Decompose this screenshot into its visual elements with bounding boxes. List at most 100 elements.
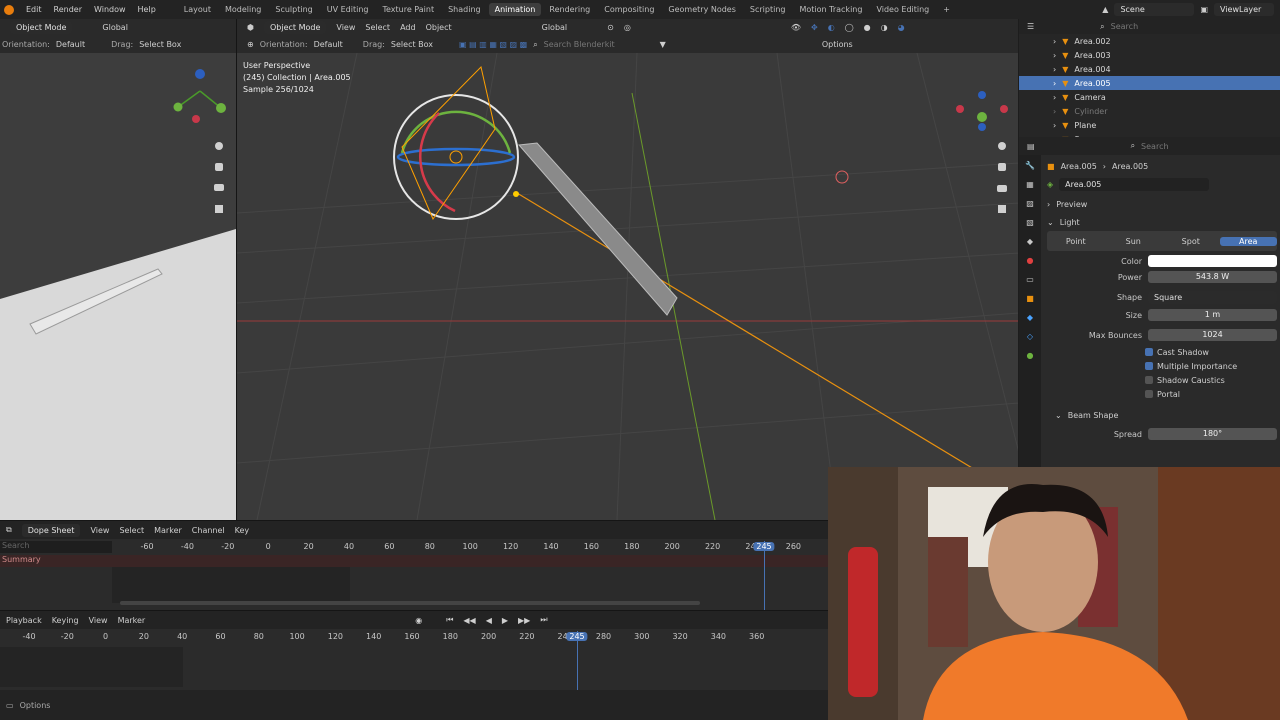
beam-shape-chevron-icon[interactable]: ⌄: [1055, 411, 1062, 420]
view-layer-tab-icon[interactable]: ▧: [1026, 218, 1034, 227]
expand-chevron-icon[interactable]: ›: [1053, 51, 1056, 60]
prev-key-icon[interactable]: ◀◀: [463, 616, 475, 625]
tab-layout[interactable]: Layout: [178, 3, 217, 16]
expand-chevron-icon[interactable]: ›: [1053, 107, 1056, 116]
tab-texture-paint[interactable]: Texture Paint: [376, 3, 440, 16]
dope-horizontal-scrollbar[interactable]: [120, 601, 700, 605]
dope-editor-icon[interactable]: ⧉: [6, 525, 12, 535]
gizmo-toggle-icon[interactable]: ✥: [811, 23, 818, 32]
light-chevron-icon[interactable]: ⌄: [1047, 218, 1054, 227]
status-options[interactable]: Options: [20, 701, 51, 710]
light-data-name-field[interactable]: Area.005: [1059, 177, 1210, 191]
dope-menu-channel[interactable]: Channel: [192, 526, 225, 535]
power-field[interactable]: 543.8 W: [1148, 271, 1277, 283]
menu-help[interactable]: Help: [138, 5, 156, 14]
timeline-frame-ruler[interactable]: -40 -20 0 20 40 60 80 100 120 140 160 180 200 220 240 2…: [0, 632, 828, 644]
light-type-spot[interactable]: Spot: [1162, 237, 1220, 246]
outliner-row[interactable]: › ▼ Area.005: [1019, 76, 1280, 90]
main-menu-object[interactable]: Object: [426, 23, 452, 32]
outliner-row[interactable]: › ▼ Area.003: [1019, 48, 1280, 62]
dope-menu-marker[interactable]: Marker: [154, 526, 182, 535]
light-type-area[interactable]: Area: [1219, 236, 1277, 246]
main-menu-view[interactable]: View: [336, 23, 355, 32]
tool-tab-icon[interactable]: 🔧: [1025, 161, 1035, 170]
shape-dropdown[interactable]: Square: [1148, 290, 1277, 304]
main-3d-viewport[interactable]: ⬢ Object Mode View Select Add Object Glo…: [236, 19, 1018, 520]
outliner-row[interactable]: › ▼ Camera: [1019, 90, 1280, 104]
expand-chevron-icon[interactable]: ›: [1053, 37, 1056, 46]
light-type-point[interactable]: Point: [1047, 237, 1105, 246]
timeline-menu-playback[interactable]: Playback: [6, 616, 42, 625]
tab-shading[interactable]: Shading: [442, 3, 487, 16]
dope-frame-ruler[interactable]: -60 -40 -20 0 20 40 60 80 100 120 140 160 180 200 220 2…: [0, 542, 828, 554]
output-tab-icon[interactable]: ▨: [1026, 199, 1034, 208]
select-mode-icons[interactable]: ▣ ▤ ▥ ▦ ▧ ▨ ▩: [459, 40, 527, 49]
shading-rendered-icon[interactable]: ◕: [898, 23, 905, 32]
checkbox-row[interactable]: Multiple Importance: [1145, 359, 1277, 373]
expand-chevron-icon[interactable]: ›: [1053, 79, 1056, 88]
view-layer-selector[interactable]: ViewLayer: [1214, 3, 1274, 16]
add-workspace-icon[interactable]: +: [937, 3, 956, 16]
checkbox-row[interactable]: Shadow Caustics: [1145, 373, 1277, 387]
object-data-tab-icon[interactable]: ●: [1027, 351, 1034, 360]
light-type-sun[interactable]: Sun: [1105, 237, 1163, 246]
blender-logo-icon[interactable]: [4, 4, 14, 15]
expand-chevron-icon[interactable]: ›: [1053, 93, 1056, 102]
blenderkit-search-input[interactable]: Search Blenderkit: [544, 40, 654, 49]
properties-editor-icon[interactable]: ▤: [1027, 142, 1035, 151]
beam-shape-panel-header[interactable]: Beam Shape: [1068, 411, 1119, 420]
outliner-row[interactable]: › ▼ Area.002: [1019, 34, 1280, 48]
timeline-menu-keying[interactable]: Keying: [52, 616, 79, 625]
dope-sheet-editor[interactable]: ⧉ Dope Sheet View Select Marker Channel …: [0, 520, 828, 610]
checkbox-unchecked-icon[interactable]: [1145, 390, 1153, 398]
transform-pivot-icon[interactable]: ⊕: [247, 40, 254, 49]
record-icon[interactable]: ◉: [415, 616, 422, 625]
dope-menu-select[interactable]: Select: [119, 526, 144, 535]
dope-menu-view[interactable]: View: [90, 526, 109, 535]
tab-modeling[interactable]: Modeling: [219, 3, 267, 16]
visibility-icon[interactable]: 👁: [791, 23, 801, 32]
proportional-edit-icon[interactable]: ◎: [624, 23, 631, 32]
editor-type-icon[interactable]: ⬢: [247, 23, 254, 32]
tab-sculpting[interactable]: Sculpting: [269, 3, 318, 16]
outliner-row[interactable]: › ▼ Cylinder: [1019, 104, 1280, 118]
jump-start-icon[interactable]: ⏮: [446, 615, 453, 625]
tab-video-editing[interactable]: Video Editing: [870, 3, 935, 16]
shading-wireframe-icon[interactable]: ◯: [845, 23, 854, 32]
spread-field[interactable]: 180°: [1148, 428, 1277, 440]
outliner-row[interactable]: › ▼ Area.004: [1019, 62, 1280, 76]
preview-chevron-icon[interactable]: ›: [1047, 200, 1050, 209]
left-3d-viewport[interactable]: Object Mode Global Orientation: Default …: [0, 19, 236, 520]
overlay-toggle-icon[interactable]: ◐: [828, 23, 835, 32]
size-field[interactable]: 1 m: [1148, 309, 1277, 321]
main-mode-dropdown[interactable]: Object Mode: [263, 21, 327, 34]
outliner-row[interactable]: › ▼ Plane: [1019, 118, 1280, 132]
dope-editor-dropdown[interactable]: Dope Sheet: [21, 523, 81, 537]
filter-icon[interactable]: ▼: [660, 40, 666, 49]
shading-solid-icon[interactable]: ●: [864, 23, 871, 32]
main-orientation-dropdown[interactable]: Global: [542, 23, 568, 32]
checkbox-row[interactable]: Cast Shadow: [1145, 345, 1277, 359]
timeline-menu-marker[interactable]: Marker: [118, 616, 146, 625]
main-options-button[interactable]: Options: [822, 40, 853, 49]
tab-animation[interactable]: Animation: [488, 3, 542, 16]
timeline-current-frame[interactable]: 245: [566, 632, 588, 641]
tab-scripting[interactable]: Scripting: [744, 3, 792, 16]
tab-uv-editing[interactable]: UV Editing: [321, 3, 375, 16]
menu-window[interactable]: Window: [94, 5, 126, 14]
shading-material-icon[interactable]: ◑: [881, 23, 888, 32]
dope-menu-key[interactable]: Key: [235, 526, 250, 535]
checkbox-unchecked-icon[interactable]: [1145, 376, 1153, 384]
max-bounces-field[interactable]: 1024: [1148, 329, 1277, 341]
constraint-tab-icon[interactable]: ◇: [1027, 332, 1033, 341]
render-tab-icon[interactable]: ▦: [1026, 180, 1034, 189]
timeline-editor[interactable]: Playback Keying View Marker ◉ ⏮ ◀◀ ◀ ▶ ▶…: [0, 610, 828, 690]
play-reverse-icon[interactable]: ◀: [486, 616, 492, 625]
preview-panel-header[interactable]: Preview: [1056, 200, 1087, 209]
outliner-search-input[interactable]: Search: [1111, 22, 1138, 31]
light-panel-header[interactable]: Light: [1060, 218, 1080, 227]
collection-tab-icon[interactable]: ▭: [1026, 275, 1034, 284]
timeline-menu-view[interactable]: View: [89, 616, 108, 625]
tab-geometry-nodes[interactable]: Geometry Nodes: [662, 3, 741, 16]
checkbox-row[interactable]: Portal: [1145, 387, 1277, 401]
